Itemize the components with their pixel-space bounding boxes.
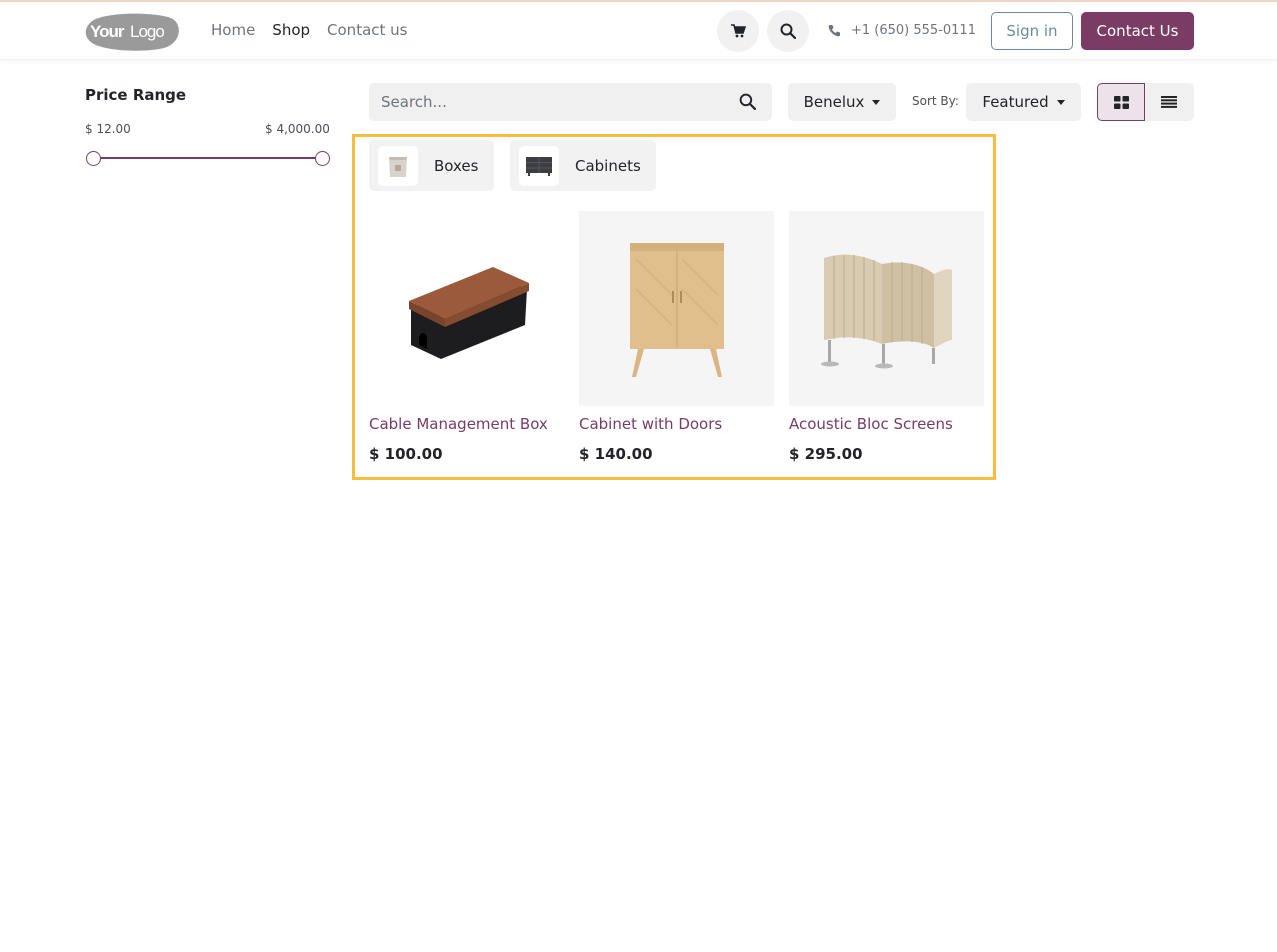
sign-in-button[interactable]: Sign in bbox=[991, 12, 1073, 50]
category-thumbnail bbox=[519, 145, 559, 186]
product-card[interactable]: Cabinet with Doors $ 140.00 bbox=[579, 211, 774, 463]
category-boxes[interactable]: Boxes bbox=[369, 140, 494, 191]
main-nav: Home Shop Contact us bbox=[211, 21, 407, 39]
chevron-down-icon bbox=[1056, 99, 1065, 105]
list-icon bbox=[1161, 96, 1177, 108]
search-icon bbox=[739, 93, 756, 110]
chevron-down-icon bbox=[872, 99, 881, 105]
header-search-button[interactable] bbox=[767, 10, 809, 52]
phone-icon bbox=[828, 25, 840, 37]
site-header: Your Logo Home Shop Contact us +1 (650) … bbox=[0, 2, 1277, 60]
phone-number: +1 (650) 555-0111 bbox=[851, 23, 976, 38]
product-image[interactable] bbox=[789, 211, 984, 406]
product-search-box bbox=[369, 83, 772, 121]
svg-text:Your: Your bbox=[90, 22, 125, 41]
pricelist-dropdown[interactable]: Benelux bbox=[788, 83, 896, 121]
logo[interactable]: Your Logo bbox=[84, 11, 180, 51]
nav-contact[interactable]: Contact us bbox=[327, 21, 407, 39]
product-image[interactable] bbox=[369, 211, 564, 406]
search-submit-button[interactable] bbox=[739, 93, 756, 114]
product-name[interactable]: Cabinet with Doors bbox=[579, 415, 774, 433]
price-min-value: $ 12.00 bbox=[85, 122, 131, 136]
price-range-title: Price Range bbox=[85, 86, 187, 104]
product-image[interactable] bbox=[579, 211, 774, 406]
price-max-value: $ 4,000.00 bbox=[265, 122, 330, 136]
search-input[interactable] bbox=[369, 93, 719, 111]
price-slider-max-handle[interactable] bbox=[315, 151, 330, 166]
product-price: $ 140.00 bbox=[579, 445, 653, 463]
pricelist-label: Benelux bbox=[803, 93, 865, 111]
product-name[interactable]: Cable Management Box bbox=[369, 415, 564, 433]
list-view-button[interactable] bbox=[1145, 83, 1193, 121]
product-name[interactable]: Acoustic Bloc Screens bbox=[789, 415, 984, 433]
product-price: $ 100.00 bbox=[369, 445, 443, 463]
sort-dropdown[interactable]: Featured bbox=[966, 83, 1081, 121]
price-slider-min-handle[interactable] bbox=[86, 151, 101, 166]
product-card[interactable]: Cable Management Box $ 100.00 bbox=[369, 211, 564, 463]
grid-icon bbox=[1113, 95, 1129, 109]
product-card[interactable]: Acoustic Bloc Screens $ 295.00 bbox=[789, 211, 984, 463]
cart-button[interactable] bbox=[717, 10, 759, 52]
category-thumbnail bbox=[378, 145, 418, 186]
search-icon bbox=[780, 23, 796, 39]
sort-value: Featured bbox=[982, 93, 1049, 111]
price-slider-track[interactable] bbox=[93, 157, 322, 159]
nav-shop[interactable]: Shop bbox=[272, 21, 310, 39]
category-cabinets[interactable]: Cabinets bbox=[510, 140, 656, 191]
phone-contact[interactable]: +1 (650) 555-0111 bbox=[828, 23, 976, 38]
category-label: Boxes bbox=[434, 156, 479, 175]
grid-view-button[interactable] bbox=[1097, 83, 1145, 121]
sort-by-label: Sort By: bbox=[912, 94, 959, 108]
product-price: $ 295.00 bbox=[789, 445, 863, 463]
cart-icon bbox=[730, 24, 746, 38]
view-toggle-group bbox=[1097, 83, 1194, 121]
nav-home[interactable]: Home bbox=[211, 21, 255, 39]
svg-text:Logo: Logo bbox=[130, 22, 164, 41]
contact-us-button[interactable]: Contact Us bbox=[1081, 12, 1194, 50]
category-label: Cabinets bbox=[575, 156, 641, 175]
